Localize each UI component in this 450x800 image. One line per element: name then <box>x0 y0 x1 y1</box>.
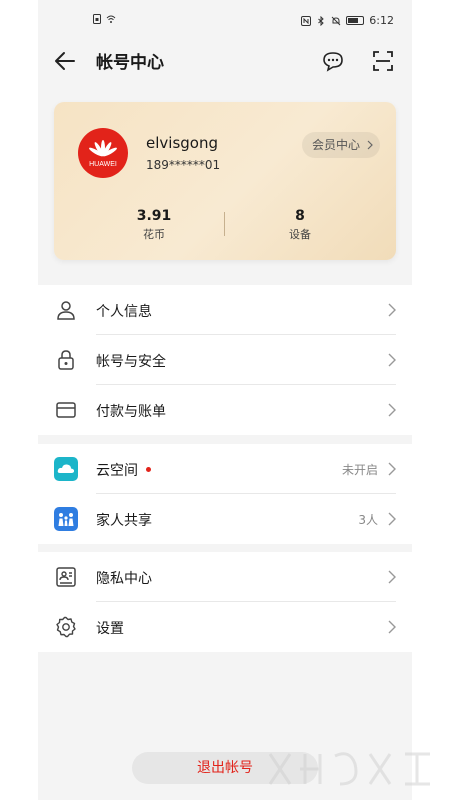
menu-label: 家人共享 <box>96 513 152 529</box>
settings-menu-group: 隐私中心 设置 <box>38 552 412 652</box>
stat-value: 8 <box>295 208 305 224</box>
chevron-right-icon <box>388 353 396 367</box>
member-center-label: 会员中心 <box>311 138 360 152</box>
lock-icon <box>58 350 74 370</box>
menu-status: 未开启 <box>341 463 378 477</box>
person-icon <box>57 301 75 320</box>
menu-item-settings[interactable]: 设置 <box>38 602 412 652</box>
chevron-right-icon <box>367 140 373 150</box>
profile-card[interactable]: HUAWEI elvisgong 189******01 会员中心 3.91 花… <box>54 102 396 260</box>
services-menu-group: 云空间 未开启 家人共享 3人 <box>38 444 412 544</box>
account-menu-group: 个人信息 帐号与安全 付款与账单 <box>38 285 412 435</box>
app-header: 帐号中心 <box>38 40 412 82</box>
menu-label-text: 云空间 <box>96 463 138 479</box>
menu-status: 3人 <box>358 513 378 527</box>
menu-item-cloud[interactable]: 云空间 未开启 <box>38 444 412 494</box>
chevron-right-icon <box>388 303 396 317</box>
phone-screen: 6:12 帐号中心 HUAWEI elvisgong 189******01 会… <box>38 0 412 800</box>
wifi-icon <box>106 15 116 23</box>
menu-item-privacy-center[interactable]: 隐私中心 <box>38 552 412 602</box>
back-arrow-icon[interactable] <box>52 48 78 74</box>
menu-item-payment-billing[interactable]: 付款与账单 <box>38 385 412 435</box>
stat-label: 花币 <box>143 228 165 241</box>
username: elvisgong <box>146 134 218 152</box>
status-right: 6:12 <box>301 14 394 27</box>
stat-devices[interactable]: 8 设备 <box>240 208 360 242</box>
notification-dot <box>146 466 151 472</box>
chevron-right-icon <box>388 570 396 584</box>
cloud-icon <box>54 457 78 481</box>
menu-label: 付款与账单 <box>96 404 166 420</box>
chevron-right-icon <box>388 512 396 526</box>
card-icon <box>56 402 76 418</box>
menu-label: 设置 <box>96 621 124 637</box>
logo-text: HUAWEI <box>89 160 117 168</box>
stat-value: 3.91 <box>136 208 172 224</box>
family-icon <box>54 507 78 531</box>
menu-item-personal-info[interactable]: 个人信息 <box>38 285 412 335</box>
stat-label: 设备 <box>289 228 311 241</box>
phone-number: 189******01 <box>146 158 221 172</box>
chevron-right-icon <box>388 403 396 417</box>
menu-label: 个人信息 <box>96 304 152 320</box>
stat-divider <box>224 212 225 236</box>
sim-icon <box>93 14 101 24</box>
menu-label: 云空间 <box>96 460 151 480</box>
status-time: 6:12 <box>369 14 394 27</box>
huawei-logo: HUAWEI <box>78 128 128 178</box>
chevron-right-icon <box>388 620 396 634</box>
menu-label: 帐号与安全 <box>96 354 166 370</box>
nfc-icon <box>301 15 312 26</box>
menu-label: 隐私中心 <box>96 571 152 587</box>
scan-icon[interactable] <box>370 48 396 74</box>
menu-item-account-security[interactable]: 帐号与安全 <box>38 335 412 385</box>
mute-icon <box>331 16 341 25</box>
chevron-right-icon <box>388 462 396 476</box>
huawei-petal-icon <box>89 139 117 156</box>
watermark-graphic <box>268 752 430 786</box>
message-icon[interactable] <box>320 48 346 74</box>
gear-icon <box>56 616 76 638</box>
menu-item-family-sharing[interactable]: 家人共享 3人 <box>38 494 412 544</box>
bluetooth-icon <box>318 15 325 26</box>
page-title: 帐号中心 <box>96 53 164 73</box>
status-bar: 6:12 <box>38 0 412 40</box>
status-left <box>92 14 116 24</box>
battery-icon <box>346 16 365 25</box>
privacy-icon <box>56 567 76 587</box>
member-center-button[interactable]: 会员中心 <box>301 132 380 158</box>
stat-coins[interactable]: 3.91 花币 <box>94 208 214 242</box>
